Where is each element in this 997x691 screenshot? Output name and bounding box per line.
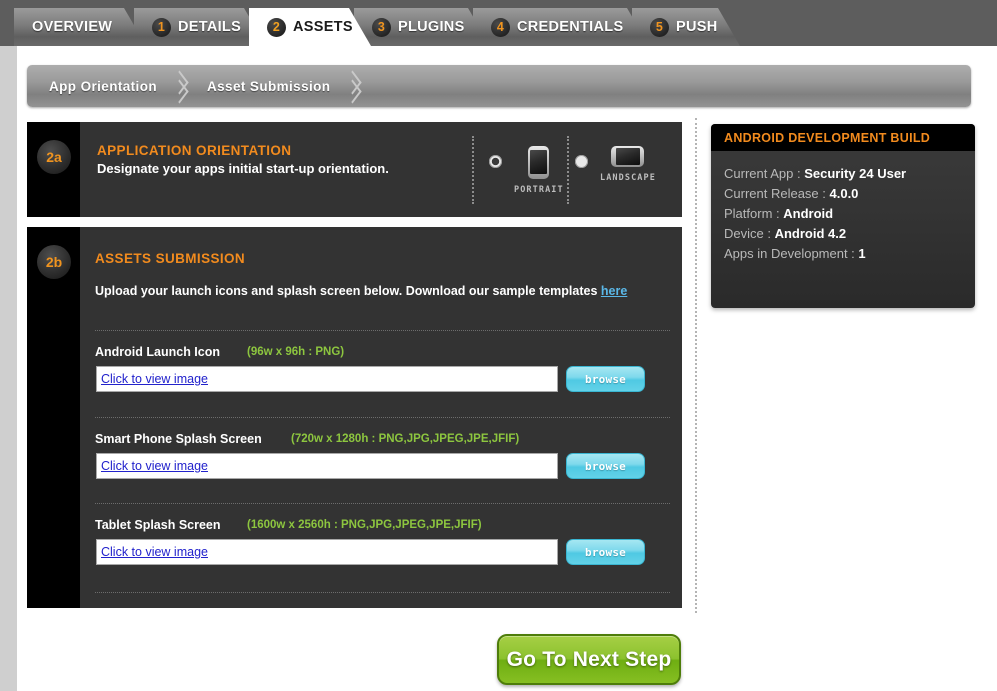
tab-label: CREDENTIALS <box>517 19 624 35</box>
info-row-label: Current App : <box>724 166 805 181</box>
tab-badge-5: 5 <box>650 18 669 37</box>
browse-button[interactable]: browse <box>566 539 645 565</box>
tab-label: PUSH <box>676 19 718 35</box>
orientation-chooser: PORTRAIT LANDSCAPE <box>472 136 677 204</box>
tab-badge-2: 2 <box>267 18 286 37</box>
file-input-field[interactable]: Click to view image <box>96 539 558 565</box>
tab-label: PLUGINS <box>398 19 465 35</box>
orientation-option-portrait[interactable]: PORTRAIT <box>489 146 564 195</box>
divider-row-3 <box>95 503 670 504</box>
tab-credentials[interactable]: 4 CREDENTIALS <box>473 8 649 46</box>
info-row-label: Platform : <box>724 206 784 221</box>
click-to-view-image-link[interactable]: Click to view image <box>101 372 208 386</box>
vertical-dotted-divider <box>695 118 697 613</box>
phone-portrait-icon <box>528 146 550 179</box>
browse-button[interactable]: browse <box>566 366 645 392</box>
divider-row-1 <box>95 330 670 331</box>
tab-bar: OVERVIEW 1 DETAILS 2 ASSETS 3 PLUGINS 4 CREDENTI… <box>0 0 997 46</box>
section-title-assets-submission: ASSETS SUBMISSION <box>95 251 246 266</box>
info-panel-heading: ANDROID DEVELOPMENT BUILD <box>711 124 975 151</box>
divider-row-4 <box>95 592 670 593</box>
info-panel-list: Current App : Security 24 User Current Re… <box>711 151 975 264</box>
radio-portrait[interactable] <box>489 155 502 168</box>
assets-intro-text: Upload your launch icons and splash scre… <box>95 284 627 298</box>
step-badge-2a: 2a <box>37 140 71 174</box>
go-to-next-step-button[interactable]: Go To Next Step <box>497 634 681 685</box>
upload-row-spec: (720w x 1280h : PNG,JPG,JPEG,JPE,JFIF) <box>291 433 520 445</box>
info-row-value: 1 <box>858 246 866 261</box>
tab-label: ASSETS <box>293 19 353 35</box>
info-row: Current App : Security 24 User <box>724 164 975 184</box>
info-row: Current Release : 4.0.0 <box>724 184 975 204</box>
tab-badge-3: 3 <box>372 18 391 37</box>
upload-row-label: Smart Phone Splash Screen <box>95 432 262 446</box>
click-to-view-image-link[interactable]: Click to view image <box>101 545 208 559</box>
assets-intro-sentence: Upload your launch icons and splash scre… <box>95 284 601 298</box>
tab-plugins[interactable]: 3 PLUGINS <box>354 8 490 46</box>
upload-row-spec: (1600w x 2560h : PNG,JPG,JPEG,JPE,JFIF) <box>247 519 482 531</box>
portrait-device: PORTRAIT <box>514 146 564 195</box>
info-row-value: 4.0.0 <box>829 186 859 201</box>
divider-row-2 <box>95 417 670 418</box>
breadcrumb: App Orientation Asset Submission <box>27 65 971 107</box>
step-badge-2b: 2b <box>37 245 71 279</box>
file-input-field[interactable]: Click to view image <box>96 366 558 392</box>
tab-overview[interactable]: OVERVIEW <box>14 8 146 46</box>
orientation-divider-mid <box>567 136 569 204</box>
tab-badge-4: 4 <box>491 18 510 37</box>
file-input-field[interactable]: Click to view image <box>96 453 558 479</box>
upload-row-spec: (96w x 96h : PNG) <box>247 346 345 358</box>
orientation-divider-left <box>472 136 474 204</box>
breadcrumb-item-1[interactable]: App Orientation <box>27 79 171 94</box>
app-page: OVERVIEW 1 DETAILS 2 ASSETS 3 PLUGINS 4 CREDENTI… <box>0 0 997 691</box>
tab-details[interactable]: 1 DETAILS <box>134 8 266 46</box>
radio-landscape[interactable] <box>575 155 588 168</box>
tab-label: DETAILS <box>178 19 242 35</box>
click-to-view-image-link[interactable]: Click to view image <box>101 459 208 473</box>
orientation-label-portrait: PORTRAIT <box>514 185 564 195</box>
info-row: Apps in Development : 1 <box>724 244 975 264</box>
info-row-value: Android 4.2 <box>774 226 847 241</box>
chevron-right-icon <box>344 65 366 107</box>
section-title-application-orientation: APPLICATION ORIENTATION <box>97 143 292 158</box>
orientation-option-landscape[interactable]: LANDSCAPE <box>575 146 656 183</box>
tab-badge-1: 1 <box>152 18 171 37</box>
info-row-value: Android <box>783 206 834 221</box>
info-row: Device : Android 4.2 <box>724 224 975 244</box>
info-row: Platform : Android <box>724 204 975 224</box>
chevron-right-icon <box>171 65 193 107</box>
info-row-label: Current Release : <box>724 186 830 201</box>
android-development-build-panel: ANDROID DEVELOPMENT BUILD Current App : … <box>711 124 975 308</box>
step-strip-2b: 2b <box>27 227 80 608</box>
upload-row-label: Android Launch Icon <box>95 345 220 359</box>
phone-landscape-icon <box>611 146 645 167</box>
step-strip-2a: 2a <box>27 122 80 217</box>
upload-row-label: Tablet Splash Screen <box>95 518 221 532</box>
info-row-label: Apps in Development : <box>724 246 859 261</box>
section-subtitle-application-orientation: Designate your apps initial start-up ori… <box>97 161 389 176</box>
sample-templates-link[interactable]: here <box>601 284 627 298</box>
landscape-device: LANDSCAPE <box>600 146 656 183</box>
page-left-edge <box>0 0 17 691</box>
info-row-value: Security 24 User <box>804 166 907 181</box>
orientation-label-landscape: LANDSCAPE <box>600 173 656 183</box>
breadcrumb-item-2[interactable]: Asset Submission <box>193 79 344 94</box>
info-row-label: Device : <box>724 226 775 241</box>
tab-label: OVERVIEW <box>32 19 113 35</box>
browse-button[interactable]: browse <box>566 453 645 479</box>
